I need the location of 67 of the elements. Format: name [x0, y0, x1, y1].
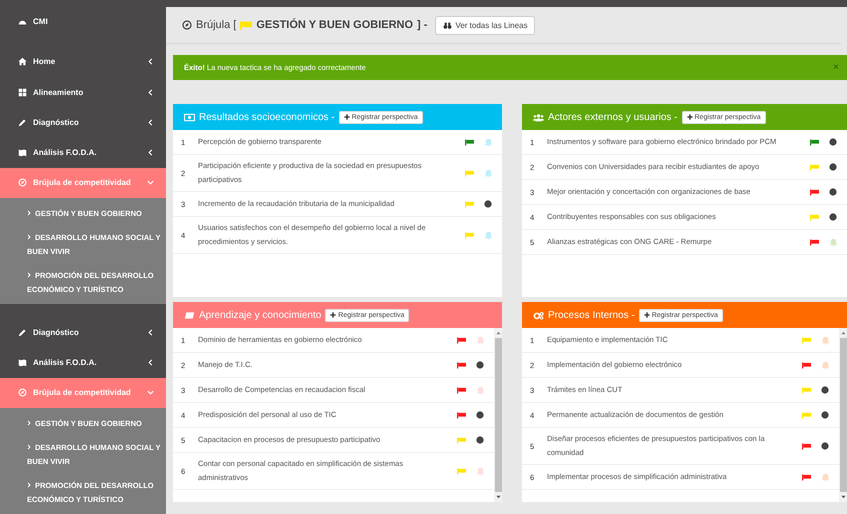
chevron-right-icon: [27, 272, 31, 278]
scroll-up-icon[interactable]: [496, 331, 500, 335]
compass-icon: [182, 20, 192, 30]
book-icon: [184, 310, 195, 320]
status-dot-icon: [476, 436, 484, 444]
menu-item[interactable]: Diagnóstico: [0, 107, 166, 138]
chevron-right-icon: [27, 482, 31, 488]
panel-title: Resultados socioeconomicos -: [199, 112, 335, 122]
map-icon: [18, 148, 27, 157]
scrollbar[interactable]: [839, 328, 847, 502]
pencil-icon: [18, 118, 27, 127]
plus-icon: [330, 312, 336, 318]
panel-title: Aprendizaje y conocimiento: [199, 310, 322, 320]
scroll-down-icon[interactable]: [840, 495, 846, 499]
bell-icon: [821, 472, 830, 482]
binoculars-icon: [443, 22, 452, 28]
bell-icon: [821, 360, 830, 370]
page-title: Brújula [: [196, 19, 236, 31]
bell-icon: [484, 168, 493, 178]
scroll-up-icon[interactable]: [840, 331, 846, 335]
bell-icon: [484, 230, 493, 240]
plus-icon: [344, 114, 350, 120]
map-icon: [18, 358, 27, 368]
chevron-right-icon: [27, 420, 31, 426]
bell-icon: [476, 386, 485, 394]
menu-item[interactable]: Home: [0, 46, 166, 78]
compass-icon: [18, 388, 27, 398]
menu-item[interactable]: Alineamiento: [0, 77, 166, 108]
status-dot-icon: [821, 386, 829, 394]
status-dot-icon: [476, 361, 484, 369]
plus-icon: [686, 114, 692, 120]
status-dot-icon: [821, 442, 829, 450]
status-dot-icon: [484, 200, 492, 208]
users-icon: [533, 112, 544, 122]
page-title: ] -: [417, 19, 428, 31]
brand-title: CMI: [33, 16, 48, 26]
menu-item[interactable]: Análisis F.O.D.A.: [0, 137, 166, 168]
panel-title: Actores externos y usuarios -: [548, 112, 678, 122]
money-icon: [184, 112, 195, 122]
view-all-button[interactable]: Ver todas las Lineas: [435, 16, 536, 34]
page-title: GESTIÓN Y BUEN GOBIERNO: [256, 19, 414, 31]
grid-icon: [18, 88, 27, 97]
status-dot-icon: [829, 163, 837, 171]
home-icon: [18, 57, 27, 66]
plus-icon: [644, 312, 650, 318]
bell-icon: [484, 138, 493, 146]
chevron-right-icon: [27, 234, 31, 240]
bell-icon: [476, 466, 485, 476]
pencil-icon: [18, 328, 27, 338]
chevron-right-icon: [27, 444, 31, 450]
status-dot-icon: [821, 411, 829, 419]
gears-icon: [533, 310, 544, 320]
menu-item[interactable]: Diagnóstico: [0, 317, 166, 348]
flag-icon: [240, 20, 252, 30]
chevron-right-icon: [27, 210, 31, 216]
panel-title: Procesos Internos -: [548, 310, 635, 320]
status-dot-icon: [829, 138, 837, 146]
scrollbar[interactable]: [494, 328, 502, 502]
status-dot-icon: [829, 188, 837, 196]
compass-icon: [18, 178, 27, 188]
bell-icon: [476, 336, 485, 344]
bell-icon: [821, 336, 830, 344]
menu-item[interactable]: Análisis F.O.D.A.: [0, 348, 166, 378]
status-dot-icon: [476, 411, 484, 419]
scroll-down-icon[interactable]: [496, 495, 500, 499]
bell-icon: [829, 238, 838, 246]
status-dot-icon: [829, 213, 837, 221]
